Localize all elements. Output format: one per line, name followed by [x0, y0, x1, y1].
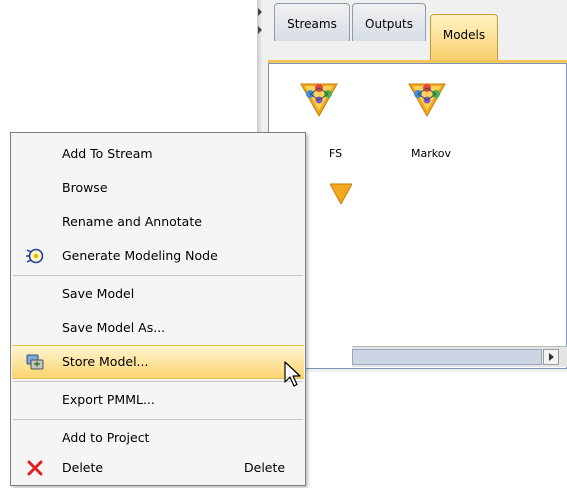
store-model-icon: [26, 354, 44, 370]
tab-label: Streams: [287, 17, 337, 31]
tab-label: Models: [442, 28, 486, 42]
model-nugget-icon[interactable]: [405, 74, 449, 118]
splitter-arrow-icon[interactable]: [258, 8, 262, 16]
menu-item-add-to-project[interactable]: Add to Project: [12, 421, 304, 455]
menu-item-browse[interactable]: Browse: [12, 171, 304, 205]
menu-item-add-to-stream[interactable]: Add To Stream: [12, 137, 304, 171]
menu-item-shortcut: Delete: [244, 460, 286, 475]
scroll-right-icon[interactable]: [543, 349, 559, 365]
menu-item-export-pmml[interactable]: Export PMML...: [12, 383, 304, 417]
menu-item-label: Browse: [62, 180, 108, 195]
menu-item-delete[interactable]: Delete Delete: [12, 451, 304, 485]
menu-item-generate-modeling-node[interactable]: Generate Modeling Node: [12, 239, 304, 273]
menu-separator: [13, 275, 303, 276]
menu-item-label: Add to Project: [62, 430, 150, 445]
model-label-fs: FS: [329, 147, 343, 160]
menu-item-store-model[interactable]: Store Model...: [12, 345, 304, 379]
scrollbar-thumb[interactable]: [352, 349, 542, 365]
menu-item-save-model-as[interactable]: Save Model As...: [12, 311, 304, 345]
context-menu: Add To Stream Browse Rename and Annotate…: [10, 132, 306, 486]
delete-icon: [27, 460, 43, 476]
menu-item-save-model[interactable]: Save Model: [12, 277, 304, 311]
model-nugget-icon[interactable]: [297, 74, 341, 118]
menu-separator: [13, 419, 303, 420]
mouse-cursor-icon: [284, 361, 301, 387]
tab-models[interactable]: Models: [430, 14, 498, 61]
tab-outputs[interactable]: Outputs: [352, 3, 426, 41]
menu-item-label: Rename and Annotate: [62, 214, 202, 229]
menu-item-label: Export PMML...: [62, 392, 155, 407]
menu-item-label: Delete: [62, 460, 104, 475]
tab-streams[interactable]: Streams: [274, 3, 350, 41]
generate-node-icon: [26, 248, 44, 264]
menu-item-label: Store Model...: [62, 354, 149, 369]
menu-item-label: Add To Stream: [62, 146, 153, 161]
menu-item-rename-and-annotate[interactable]: Rename and Annotate: [12, 205, 304, 239]
model-nugget-icon[interactable]: [330, 182, 352, 204]
menu-separator: [13, 381, 303, 382]
splitter-arrow-icon[interactable]: [258, 26, 262, 34]
menu-item-label: Save Model As...: [62, 320, 166, 335]
menu-item-label: Generate Modeling Node: [62, 248, 218, 263]
horizontal-scrollbar[interactable]: [352, 346, 567, 367]
model-label-markov: Markov: [411, 147, 451, 160]
tab-label: Outputs: [365, 17, 413, 31]
menu-item-label: Save Model: [62, 286, 135, 301]
